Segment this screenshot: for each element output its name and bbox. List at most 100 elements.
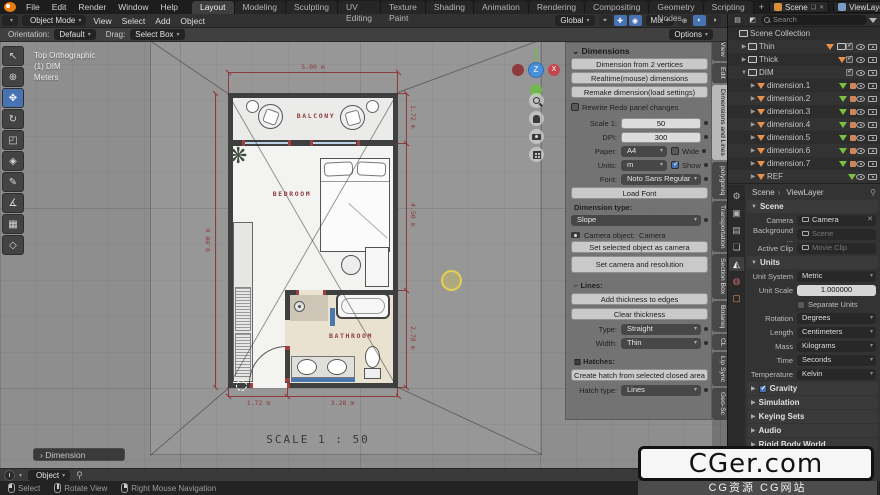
animate-dot[interactable] — [704, 341, 708, 345]
breadcrumb-scene[interactable]: Scene — [752, 188, 775, 197]
font-dropdown[interactable]: Noto Sans Regular — [621, 174, 701, 185]
disable-render-icon[interactable] — [868, 109, 877, 115]
outliner-row-dimension-3[interactable]: ▶dimension.3 — [728, 105, 880, 118]
panel-header-gravity[interactable]: ▶Gravity — [747, 382, 878, 395]
expand-icon[interactable]: ▶ — [749, 173, 757, 180]
outliner-row-dimension-1[interactable]: ▶dimension.1 — [728, 79, 880, 92]
viewlayer-selector[interactable]: ViewLayer ❏ — [833, 1, 880, 13]
measure-tool-icon[interactable]: ∡ — [2, 193, 24, 213]
outliner-row-dimension-7[interactable]: ▶dimension.7 — [728, 157, 880, 170]
unit-system-field[interactable]: Metric — [797, 271, 876, 282]
dimension-from-2-vertices-button[interactable]: Dimension from 2 vertices — [571, 58, 708, 70]
outliner-row-thin[interactable]: ▶Thin — [728, 40, 880, 53]
sidebar-tab-transportation[interactable]: Transportation — [712, 201, 727, 253]
snap-toggle-icon[interactable]: ✚ — [614, 15, 627, 26]
expand-icon[interactable]: ▶ — [749, 134, 757, 141]
outliner-row-dimension-5[interactable]: ▶dimension.5 — [728, 131, 880, 144]
unit-scale-field[interactable]: 1.000000 — [797, 285, 876, 296]
sidebar-tab-section-box[interactable]: Section Box — [712, 254, 727, 298]
hide-eye-icon[interactable] — [856, 109, 865, 115]
mass-field[interactable]: Kilograms — [797, 341, 876, 352]
expand-icon[interactable]: ▶ — [740, 56, 748, 63]
viewport-menu-view[interactable]: View — [88, 16, 116, 26]
hide-eye-icon[interactable] — [856, 148, 865, 154]
workspace-tab-rendering[interactable]: Rendering — [529, 1, 585, 14]
realtime-dimensions-button[interactable]: Realtime(mouse) dimensions — [571, 72, 708, 84]
expand-icon[interactable]: ▶ — [749, 108, 757, 115]
workspace-tab-shading[interactable]: Shading — [426, 1, 474, 14]
expand-icon[interactable]: ▶ — [749, 82, 757, 89]
length-field[interactable]: Centimeters — [797, 327, 876, 338]
set-selected-camera-button[interactable]: Set selected object as camera — [571, 241, 708, 253]
menu-edit[interactable]: Edit — [46, 0, 73, 14]
drag-dropdown[interactable]: Select Box▾ — [130, 29, 184, 40]
animate-dot[interactable] — [704, 135, 708, 139]
dimension-type-dropdown[interactable]: Slope — [571, 215, 701, 226]
cursor-tool-icon[interactable]: ⊕ — [2, 67, 24, 87]
hide-eye-icon[interactable] — [856, 96, 865, 102]
outliner-search-input[interactable]: Search — [761, 15, 867, 25]
expand-icon[interactable]: ▶ — [749, 160, 757, 167]
disable-render-icon[interactable] — [868, 122, 877, 128]
sidebar-tab-geo-sc[interactable]: Geo-Sc — [712, 388, 727, 419]
workspace-tab-sculpting[interactable]: Sculpting — [286, 1, 338, 14]
background-field[interactable]: Scene — [797, 229, 876, 240]
sidebar-tab-edit[interactable]: Edit — [712, 63, 727, 83]
expand-icon[interactable]: ▶ — [749, 121, 757, 128]
animate-dot[interactable] — [704, 327, 708, 331]
breadcrumb-viewlayer[interactable]: ViewLayer — [786, 188, 823, 197]
clear-thickness-button[interactable]: Clear thickness — [571, 308, 708, 320]
outliner-row-scene-collection[interactable]: Scene Collection — [728, 27, 880, 40]
exclude-checkbox[interactable] — [846, 69, 853, 76]
menu-render[interactable]: Render — [72, 0, 112, 14]
paper-dropdown[interactable]: A4 — [621, 146, 667, 157]
show-checkbox[interactable] — [671, 161, 679, 169]
gizmo-z-axis[interactable]: Z — [528, 62, 544, 78]
redo-panel[interactable]: › Dimension — [33, 448, 125, 461]
remake-dimension-button[interactable]: Remake dimension(load settings) — [571, 86, 708, 98]
workspace-tab-geometry-nodes[interactable]: Geometry Nodes — [649, 1, 703, 14]
pin-icon[interactable]: ⚲ — [870, 188, 876, 197]
workspace-tab-texture-paint[interactable]: Texture Paint — [381, 1, 426, 14]
outliner-row-dim[interactable]: ▼DIM — [728, 66, 880, 79]
disable-render-icon[interactable] — [868, 96, 877, 102]
checkbox[interactable] — [797, 301, 805, 309]
sidebar-tab-lip-sync[interactable]: Lip Sync — [712, 352, 727, 386]
ortho-toggle-icon[interactable] — [529, 147, 544, 162]
scene-panel-header[interactable]: ▼Scene — [747, 200, 878, 213]
animate-dot[interactable] — [704, 177, 708, 181]
disable-render-icon[interactable] — [868, 83, 877, 89]
hide-eye-icon[interactable] — [856, 70, 865, 76]
gizmo-x-neg[interactable] — [512, 64, 524, 76]
disable-render-icon[interactable] — [868, 174, 877, 180]
mode-dropdown[interactable]: Object Mode▾ — [22, 15, 86, 26]
scale-tool-icon[interactable]: ◰ — [2, 130, 24, 150]
object-properties-tab[interactable]: ▢ — [729, 291, 744, 305]
line-width-dropdown[interactable]: Thin — [621, 338, 701, 349]
move-tool-icon[interactable]: ✥ — [2, 88, 24, 108]
viewport-menu-select[interactable]: Select — [117, 16, 151, 26]
scale-input[interactable]: 50 — [621, 118, 701, 129]
sidebar-tab-cl[interactable]: CL — [712, 334, 727, 351]
hide-eye-icon[interactable] — [856, 135, 865, 141]
units-dropdown[interactable]: m — [621, 160, 667, 171]
expand-icon[interactable]: ▶ — [749, 147, 757, 154]
expand-icon[interactable]: ▶ — [749, 95, 757, 102]
panel-checkbox[interactable] — [759, 385, 767, 393]
disable-render-icon[interactable] — [868, 148, 877, 154]
filter-icon[interactable] — [869, 18, 877, 23]
menu-help[interactable]: Help — [154, 0, 183, 14]
exclude-checkbox[interactable] — [846, 43, 853, 50]
transform-orientation-dropdown[interactable]: Global▾ — [555, 15, 594, 26]
animate-dot[interactable] — [704, 163, 708, 167]
shading-mode-icon[interactable]: ◑ — [708, 15, 721, 26]
options-dropdown[interactable]: Options▾ — [669, 29, 713, 40]
add-cube-tool-icon[interactable]: ▦ — [2, 214, 24, 234]
viewport-menu-add[interactable]: Add — [150, 16, 175, 26]
outliner-row-thick[interactable]: ▶Thick — [728, 53, 880, 66]
create-hatch-button[interactable]: Create hatch from selected closed area — [571, 369, 708, 381]
rotation-field[interactable]: Degrees — [797, 313, 876, 324]
menu-window[interactable]: Window — [112, 0, 154, 14]
disable-render-icon[interactable] — [868, 57, 877, 63]
orientation-dropdown[interactable]: Default▾ — [54, 29, 95, 40]
